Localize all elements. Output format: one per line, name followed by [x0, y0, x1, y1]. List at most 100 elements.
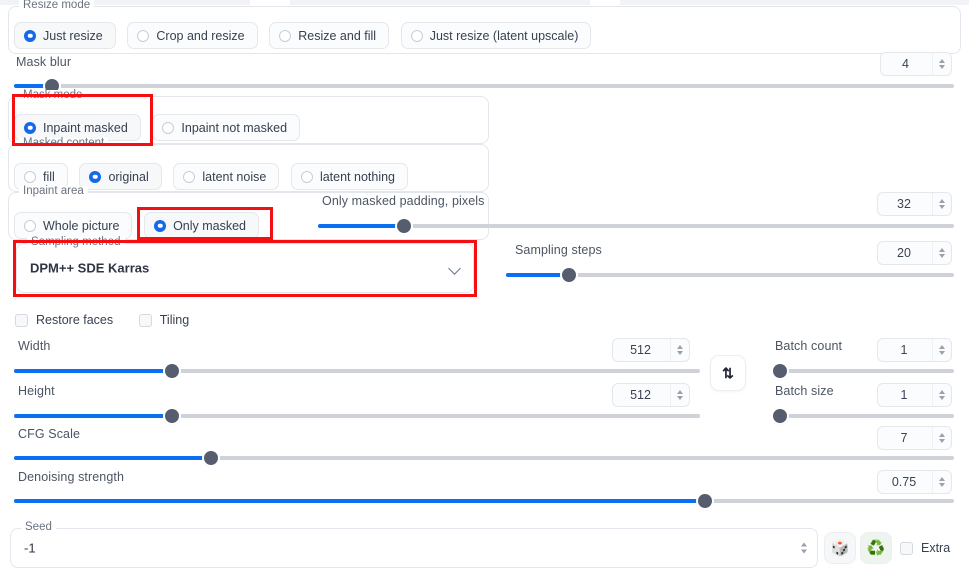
width-stepper[interactable] — [670, 339, 689, 361]
batch-size-numberbox[interactable]: 1 — [877, 383, 952, 407]
denoising-strength-slider[interactable] — [14, 494, 954, 508]
extra-label: Extra — [921, 541, 950, 555]
batch-count-label: Batch count — [775, 340, 842, 353]
resize-option-crop-and-resize[interactable]: Crop and resize — [127, 22, 257, 49]
radio-icon — [137, 30, 149, 42]
sampling-steps-slider[interactable] — [506, 268, 954, 282]
slider-fill — [14, 414, 172, 418]
cfg-scale-numberbox[interactable]: 7 — [877, 426, 952, 450]
mask-blur-slider[interactable] — [14, 79, 954, 93]
denoising-strength-label: Denoising strength — [18, 471, 124, 484]
slider-thumb[interactable] — [204, 451, 218, 465]
batch-count-stepper[interactable] — [932, 339, 951, 361]
chrome-seg-mid — [290, 0, 590, 5]
radio-icon — [24, 220, 36, 232]
batch-count-numberbox[interactable]: 1 — [877, 338, 952, 362]
height-value: 512 — [613, 388, 670, 402]
mask-blur-numberbox[interactable]: 4 — [880, 52, 952, 76]
radio-icon — [162, 122, 174, 134]
chrome-seg-right — [620, 0, 969, 5]
chevron-down-icon[interactable] — [450, 263, 460, 273]
random-seed-button[interactable]: 🎲 — [824, 532, 856, 564]
reuse-seed-button[interactable]: ♻️ — [860, 532, 892, 564]
swap-dimensions-icon: ⇅ — [722, 365, 734, 382]
mask-blur-stepper[interactable] — [932, 53, 951, 75]
sampling-steps-numberbox[interactable]: 20 — [877, 241, 952, 265]
radio-icon — [411, 30, 423, 42]
masked-content-option-original[interactable]: original — [79, 163, 161, 190]
width-label: Width — [18, 340, 50, 353]
tiling-label: Tiling — [160, 313, 189, 327]
batch-size-slider[interactable] — [775, 409, 954, 423]
inpaint-area-options: Whole picture Only masked — [14, 212, 267, 239]
slider-track — [14, 84, 954, 88]
sampling-steps-stepper[interactable] — [932, 242, 951, 264]
mask-mode-legend: Mask mode — [19, 90, 86, 102]
tiling-toggle[interactable]: Tiling — [139, 313, 189, 327]
dice-icon: 🎲 — [831, 541, 850, 556]
width-slider[interactable] — [14, 364, 700, 378]
inpaint-area-option-whole-picture[interactable]: Whole picture — [14, 212, 132, 239]
denoising-strength-numberbox[interactable]: 0.75 — [877, 470, 952, 494]
height-numberbox[interactable]: 512 — [612, 383, 690, 407]
batch-count-value: 1 — [878, 343, 932, 357]
batch-size-stepper[interactable] — [932, 384, 951, 406]
recycle-icon: ♻️ — [867, 541, 886, 556]
denoising-strength-value: 0.75 — [878, 475, 932, 489]
mask-blur-label: Mask blur — [16, 56, 71, 69]
resize-option-label: Just resize — [43, 29, 103, 43]
only-masked-padding-stepper[interactable] — [932, 193, 951, 215]
sampling-method-value: DPM++ SDE Karras — [30, 261, 149, 276]
mask-mode-option-label: Inpaint not masked — [181, 121, 287, 135]
resize-option-label: Crop and resize — [156, 29, 244, 43]
slider-thumb[interactable] — [397, 219, 411, 233]
img2img-settings-panel: Resize mode Just resize Crop and resize … — [0, 0, 969, 578]
slider-track — [318, 224, 954, 228]
slider-thumb[interactable] — [562, 268, 576, 282]
resize-option-just-resize[interactable]: Just resize — [14, 22, 116, 49]
inpaint-area-option-only-masked[interactable]: Only masked — [144, 212, 259, 239]
only-masked-padding-numberbox[interactable]: 32 — [877, 192, 952, 216]
sampling-method-dropdown[interactable]: Sampling method DPM++ SDE Karras — [16, 243, 474, 293]
height-slider[interactable] — [14, 409, 700, 423]
seed-stepper[interactable] — [801, 543, 807, 554]
masked-content-option-latent-noise[interactable]: latent noise — [173, 163, 279, 190]
slider-track — [775, 369, 954, 373]
resize-option-label: Just resize (latent upscale) — [430, 29, 579, 43]
seed-input[interactable]: Seed -1 — [10, 528, 818, 568]
slider-thumb[interactable] — [165, 364, 179, 378]
radio-icon — [154, 220, 166, 232]
denoising-strength-stepper[interactable] — [932, 471, 951, 493]
only-masked-padding-slider[interactable] — [318, 219, 954, 233]
slider-thumb[interactable] — [698, 494, 712, 508]
cfg-scale-stepper[interactable] — [932, 427, 951, 449]
checkbox-icon — [900, 542, 913, 555]
slider-thumb[interactable] — [165, 409, 179, 423]
radio-icon — [24, 30, 36, 42]
slider-thumb[interactable] — [773, 364, 787, 378]
masked-content-option-label: original — [108, 170, 148, 184]
masked-content-option-latent-nothing[interactable]: latent nothing — [291, 163, 408, 190]
mask-mode-option-inpaint-not-masked[interactable]: Inpaint not masked — [152, 114, 300, 141]
resize-option-just-resize-latent-upscale[interactable]: Just resize (latent upscale) — [401, 22, 592, 49]
radio-icon — [279, 30, 291, 42]
seed-value: -1 — [24, 541, 36, 556]
restore-faces-toggle[interactable]: Restore faces — [15, 313, 113, 327]
slider-fill — [14, 499, 705, 503]
cfg-scale-label: CFG Scale — [18, 428, 80, 441]
sampling-steps-value: 20 — [878, 246, 932, 260]
slider-thumb[interactable] — [773, 409, 787, 423]
radio-icon — [301, 171, 313, 183]
height-stepper[interactable] — [670, 384, 689, 406]
width-numberbox[interactable]: 512 — [612, 338, 690, 362]
slider-fill — [14, 456, 211, 460]
height-label: Height — [18, 385, 55, 398]
swap-dimensions-button[interactable]: ⇅ — [710, 355, 746, 391]
inpaint-area-option-label: Whole picture — [43, 219, 119, 233]
resize-option-label: Resize and fill — [298, 29, 376, 43]
batch-size-value: 1 — [878, 388, 932, 402]
extra-toggle[interactable]: Extra — [900, 541, 950, 555]
resize-option-resize-and-fill[interactable]: Resize and fill — [269, 22, 389, 49]
batch-count-slider[interactable] — [775, 364, 954, 378]
cfg-scale-slider[interactable] — [14, 451, 954, 465]
